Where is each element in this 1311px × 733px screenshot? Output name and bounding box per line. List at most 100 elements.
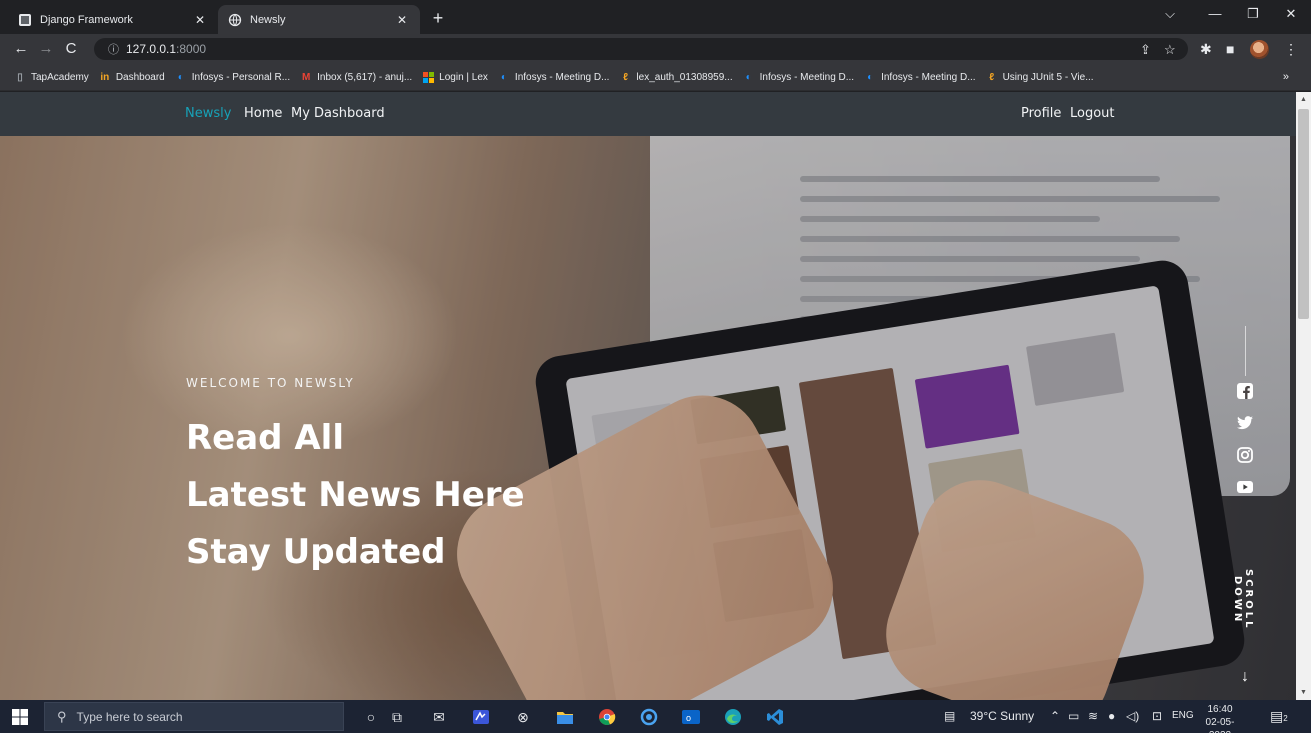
infosys-icon: ◐ (745, 71, 752, 83)
file-explorer-icon[interactable] (554, 706, 576, 728)
bookmark-item[interactable]: ◐ Infosys - Personal R... (175, 71, 290, 83)
instagram-icon[interactable] (1236, 446, 1254, 464)
hero-headline-line1: Read All (186, 418, 344, 458)
brand-link[interactable]: Newsly (185, 106, 231, 121)
bookmark-item[interactable]: ℓ lex_auth_01308959... (619, 71, 733, 83)
django-favicon-icon (18, 13, 32, 27)
social-divider (1245, 326, 1246, 376)
scroll-up-arrow-icon[interactable]: ▲ (1296, 92, 1311, 107)
tab-search-chevron-icon[interactable]: ⌵ (1155, 6, 1185, 22)
new-tab-button[interactable]: + (428, 8, 448, 28)
bookmark-item[interactable]: in Dashboard (99, 71, 164, 83)
extensions-icon[interactable]: ✱ (1200, 41, 1212, 58)
chevron-up-icon[interactable]: ⌃ (1050, 709, 1060, 723)
address-bar[interactable]: ⓘ 127.0.0.1:8000 (94, 38, 1188, 60)
wifi-icon[interactable]: ≋ (1088, 709, 1098, 723)
arrow-down-icon[interactable]: ↓ (1236, 668, 1254, 686)
bookmark-item[interactable]: ◐ Infosys - Meeting D... (498, 71, 610, 83)
task-view-icon[interactable]: ⧉ (386, 706, 408, 728)
search-icon: ⚲ (57, 708, 67, 724)
youtube-icon[interactable] (1236, 478, 1254, 496)
chrome-menu-icon[interactable]: ⋮ (1284, 41, 1298, 58)
hero-headline-line2: Latest News Here (186, 475, 525, 515)
input-method-icon[interactable]: ⊡ (1152, 709, 1162, 723)
cortana-app-icon[interactable] (638, 706, 660, 728)
nav-dashboard-link[interactable]: My Dashboard (291, 106, 385, 121)
xbox-icon[interactable]: ⊗ (512, 706, 534, 728)
globe-icon (228, 13, 242, 27)
scroll-down-label[interactable]: SCROLL DOWN (1232, 550, 1254, 650)
bookmark-item[interactable]: ◐ Infosys - Meeting D... (743, 71, 855, 83)
chrome-icon[interactable] (596, 706, 618, 728)
minimize-button[interactable]: — (1200, 6, 1230, 21)
forward-arrow-icon[interactable]: → (37, 40, 55, 58)
url-host: 127.0.0.1 (126, 42, 177, 56)
bookmark-item[interactable]: ▯ TapAcademy (14, 71, 89, 83)
weather-icon[interactable]: ▤ (944, 709, 955, 723)
tab-django-framework[interactable]: Django Framework ✕ (8, 5, 218, 34)
reload-icon[interactable]: C (62, 40, 80, 58)
browser-tab-strip: Django Framework ✕ Newsly ✕ + ⌵ — ❐ ✕ (0, 0, 1311, 34)
weather-text[interactable]: 39°C Sunny (970, 709, 1034, 723)
cortana-icon[interactable]: ○ (360, 706, 382, 728)
site-info-icon[interactable]: ⓘ (108, 41, 119, 57)
scroll-down-arrow-icon[interactable]: ▼ (1296, 685, 1311, 700)
battery-icon[interactable]: ▭ (1068, 709, 1079, 723)
in-icon: in (100, 71, 110, 83)
doc-icon: ▯ (17, 71, 23, 83)
nav-profile-link[interactable]: Profile (1021, 106, 1061, 121)
windows-start-icon[interactable] (12, 709, 28, 725)
page-scrollbar[interactable]: ▲ ▼ (1296, 92, 1311, 700)
tab-close-icon[interactable]: ✕ (394, 13, 410, 27)
gmail-icon: M (301, 71, 311, 83)
hero-section: WELCOME TO NEWSLY Read All Latest News H… (0, 136, 1296, 700)
taskbar-search-placeholder: Type here to search (76, 709, 183, 724)
taskbar-search-input[interactable]: ⚲ Type here to search (44, 702, 344, 731)
bookmarks-bar: ▯ TapAcademy in Dashboard ◐ Infosys - Perso… (0, 64, 1311, 91)
hero-headline-line3: Stay Updated (186, 532, 446, 572)
windows-taskbar: ⚲ Type here to search ○ ⧉ ✉ ⊗ o ▤ 39°C S… (0, 700, 1311, 733)
browser-toolbar: ← → C ⓘ 127.0.0.1:8000 ⇪ ☆ ✱ ■ ⋮ (0, 34, 1311, 64)
volume-icon[interactable]: ◁) (1126, 709, 1139, 723)
close-window-button[interactable]: ✕ (1276, 6, 1306, 22)
bookmark-item[interactable]: ◐ Infosys - Meeting D... (864, 71, 976, 83)
bookmark-item[interactable]: M Inbox (5,617) - anuj... (300, 71, 412, 83)
edge-icon[interactable] (722, 706, 744, 728)
clock-time: 16:40 (1207, 704, 1233, 715)
bookmark-item[interactable]: ℓ Using JUnit 5 - Vie... (986, 71, 1093, 83)
hero-welcome-text: WELCOME TO NEWSLY (186, 376, 355, 390)
tab-close-icon[interactable]: ✕ (192, 13, 208, 27)
back-arrow-icon[interactable]: ← (12, 40, 30, 58)
tab-newsly[interactable]: Newsly ✕ (218, 5, 420, 34)
profile-avatar[interactable] (1250, 40, 1269, 59)
taskbar-clock[interactable]: 16:40 02-05-2022 (1200, 703, 1240, 733)
outlook-icon[interactable]: o (680, 706, 702, 728)
clock-date: 02-05-2022 (1205, 717, 1235, 733)
twitter-icon[interactable] (1236, 414, 1254, 432)
web-page: Newsly Home My Dashboard Profile Logout (0, 92, 1296, 700)
microphone-icon[interactable]: ● (1108, 709, 1115, 723)
mail-icon[interactable]: ✉ (428, 706, 450, 728)
svg-text:o: o (686, 713, 691, 723)
scrollbar-thumb[interactable] (1298, 109, 1309, 319)
lex-icon: ℓ (989, 71, 995, 83)
notification-center-icon[interactable]: ▤2 (1270, 708, 1288, 724)
side-panel-icon[interactable]: ■ (1226, 41, 1234, 57)
nav-logout-link[interactable]: Logout (1070, 106, 1115, 121)
bookmark-item[interactable]: Login | Lex (422, 71, 488, 83)
tab-title: Django Framework (40, 13, 133, 26)
share-icon[interactable]: ⇪ (1140, 42, 1151, 58)
site-navbar: Newsly Home My Dashboard Profile Logout (0, 92, 1296, 136)
nav-home-link[interactable]: Home (244, 106, 282, 121)
facebook-icon[interactable] (1236, 382, 1254, 400)
infosys-icon: ◐ (867, 71, 874, 83)
microsoft-icon (422, 71, 434, 83)
infosys-icon: ◐ (500, 71, 507, 83)
bookmark-star-icon[interactable]: ☆ (1164, 42, 1176, 58)
app-blue-icon[interactable] (470, 706, 492, 728)
language-indicator[interactable]: ENG (1172, 710, 1194, 721)
maximize-button[interactable]: ❐ (1238, 6, 1268, 22)
vscode-icon[interactable] (764, 706, 786, 728)
url-port: :8000 (176, 42, 207, 56)
bookmarks-overflow-icon[interactable]: » (1283, 71, 1289, 83)
